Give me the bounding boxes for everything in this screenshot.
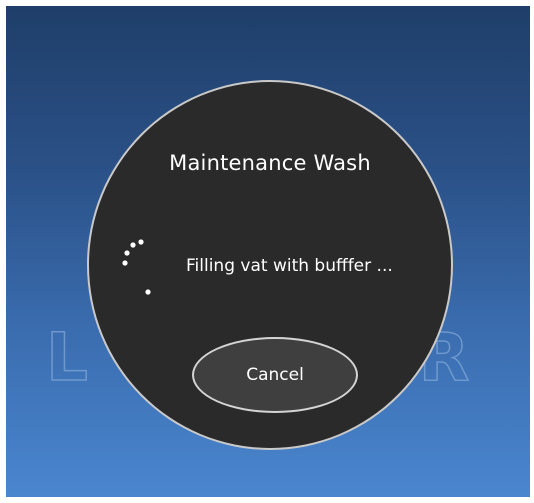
dialog-title: Maintenance Wash	[169, 151, 371, 175]
cancel-button[interactable]: Cancel	[192, 337, 358, 413]
status-message: Filling vat with bufffer ...	[186, 256, 393, 276]
maintenance-wash-dialog: Maintenance Wash Filling vat with bufffe…	[87, 80, 453, 450]
app-screen: LUMUR Maintenance Wash Filling vat with …	[6, 6, 530, 497]
loading-spinner-icon	[122, 239, 151, 295]
